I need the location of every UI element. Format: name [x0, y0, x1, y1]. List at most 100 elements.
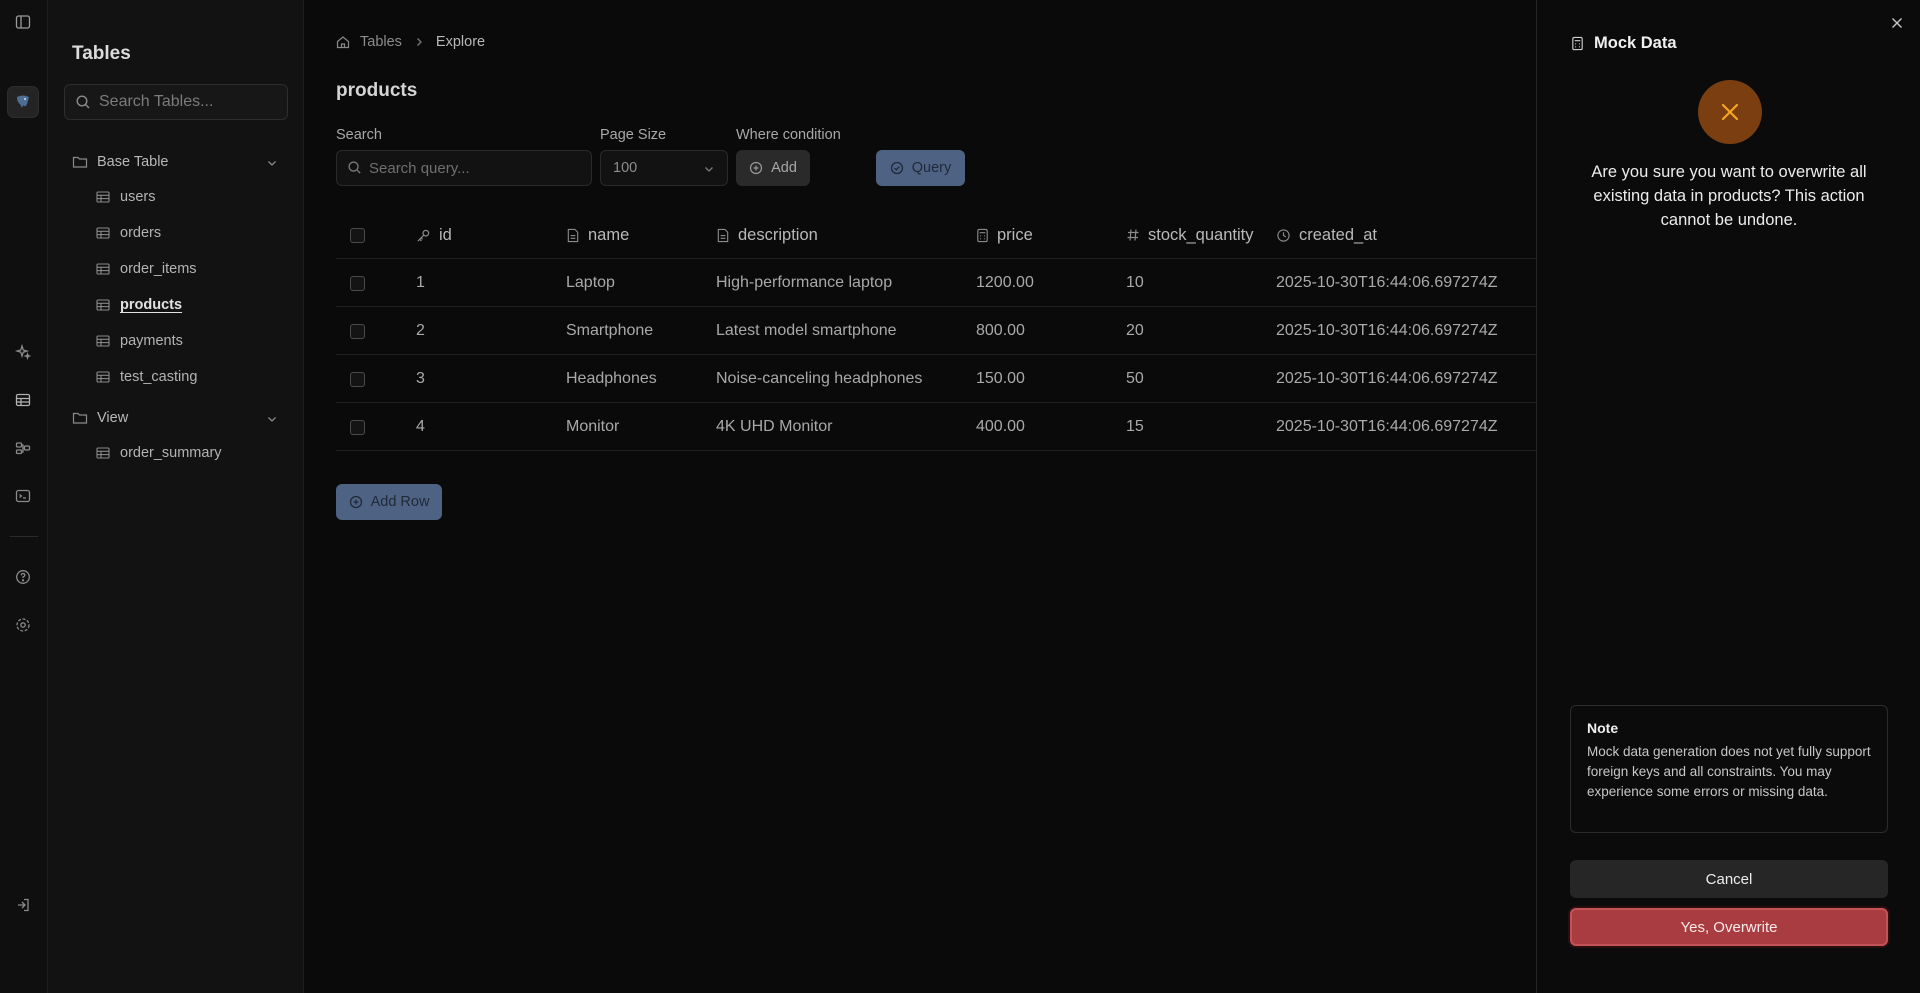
key-icon: [417, 229, 430, 242]
column-header-id[interactable]: id: [416, 211, 452, 259]
home-icon[interactable]: [336, 35, 350, 49]
row-checkbox[interactable]: [350, 403, 365, 451]
table-row[interactable]: 3 Headphones Noise-canceling headphones …: [336, 355, 1536, 403]
cell-description[interactable]: Noise-canceling headphones: [716, 355, 922, 403]
page-size-value: 100: [613, 160, 638, 176]
sidebar-item-order-summary[interactable]: order_summary: [96, 445, 222, 461]
sidebar-item-products[interactable]: products: [96, 297, 182, 313]
add-condition-label: Add: [771, 160, 797, 176]
chevron-down-icon[interactable]: [266, 157, 278, 169]
cell-price[interactable]: 1200.00: [976, 259, 1034, 307]
cell-id[interactable]: 4: [416, 403, 425, 451]
row-checkbox[interactable]: [350, 355, 365, 403]
sidebar-item-test-casting[interactable]: test_casting: [96, 369, 197, 385]
cell-stock-quantity[interactable]: 20: [1126, 307, 1144, 355]
panel-header: Mock Data: [1571, 34, 1677, 53]
cell-id[interactable]: 2: [416, 307, 425, 355]
column-header-price[interactable]: price: [976, 211, 1033, 259]
page-size-label: Page Size: [600, 127, 667, 143]
main-content: Tables Explore products Search Page Size…: [304, 0, 1536, 993]
cell-price[interactable]: 150.00: [976, 355, 1025, 403]
settings-icon[interactable]: [12, 614, 34, 636]
query-search[interactable]: [336, 150, 592, 186]
cell-stock-quantity[interactable]: 10: [1126, 259, 1144, 307]
database-logo-icon[interactable]: [7, 86, 39, 118]
cell-description[interactable]: 4K UHD Monitor: [716, 403, 832, 451]
row-checkbox[interactable]: [350, 307, 365, 355]
cell-description[interactable]: High-performance laptop: [716, 259, 892, 307]
search-icon: [347, 160, 362, 180]
breadcrumb-explore: Explore: [435, 34, 486, 50]
cell-stock-quantity[interactable]: 15: [1126, 403, 1144, 451]
schema-icon[interactable]: [12, 437, 34, 459]
table-icon: [96, 299, 110, 311]
ai-sparkle-icon[interactable]: [12, 341, 34, 363]
column-header-description[interactable]: description: [716, 211, 818, 259]
breadcrumb: Tables Explore: [336, 34, 485, 50]
chevron-down-icon[interactable]: [266, 413, 278, 425]
column-header-created-at[interactable]: created_at: [1276, 211, 1377, 259]
cell-name[interactable]: Headphones: [566, 355, 657, 403]
chevron-right-icon: [416, 38, 422, 46]
group-label: View: [97, 410, 129, 426]
add-condition-button[interactable]: Add: [736, 150, 810, 186]
tables-icon[interactable]: [12, 389, 34, 411]
calculator-icon: [977, 228, 988, 242]
sidebar-title: Tables: [72, 43, 131, 64]
logout-icon[interactable]: [12, 894, 34, 916]
cell-created-at[interactable]: 2025-10-30T16:44:06.697274Z: [1276, 403, 1498, 451]
table-row[interactable]: 1 Laptop High-performance laptop 1200.00…: [336, 259, 1536, 307]
add-row-button[interactable]: Add Row: [336, 484, 442, 520]
sidebar-item-label: payments: [120, 333, 183, 349]
table-row[interactable]: 4 Monitor 4K UHD Monitor 400.00 15 2025-…: [336, 403, 1536, 451]
sidebar-item-order-items[interactable]: order_items: [96, 261, 197, 277]
check-circle-icon: [890, 161, 903, 175]
cell-id[interactable]: 3: [416, 355, 425, 403]
folder-icon: [72, 412, 88, 424]
column-header-stock-quantity[interactable]: stock_quantity: [1126, 211, 1253, 259]
cell-description[interactable]: Latest model smartphone: [716, 307, 897, 355]
sidebar-item-payments[interactable]: payments: [96, 333, 183, 349]
terminal-icon[interactable]: [12, 485, 34, 507]
mock-data-panel: Mock Data Are you sure you want to overw…: [1536, 0, 1920, 993]
cell-price[interactable]: 800.00: [976, 307, 1025, 355]
column-header-name[interactable]: name: [566, 211, 629, 259]
plus-circle-icon: [349, 495, 362, 509]
cell-name[interactable]: Monitor: [566, 403, 619, 451]
query-button[interactable]: Query: [876, 150, 965, 186]
toggle-sidebar-icon[interactable]: [12, 11, 34, 33]
row-checkbox[interactable]: [350, 259, 365, 307]
page-size-select[interactable]: 100: [600, 150, 728, 186]
close-icon[interactable]: [1890, 16, 1904, 30]
folder-icon: [72, 156, 88, 168]
cell-name[interactable]: Laptop: [566, 259, 615, 307]
sidebar-item-orders[interactable]: orders: [96, 225, 161, 241]
table-icon: [96, 191, 110, 203]
cell-created-at[interactable]: 2025-10-30T16:44:06.697274Z: [1276, 307, 1498, 355]
table-search[interactable]: [64, 84, 288, 120]
table-icon: [96, 335, 110, 347]
group-base-table[interactable]: Base Table: [72, 154, 168, 170]
group-view[interactable]: View: [72, 410, 128, 426]
table-icon: [96, 447, 110, 459]
page-title: products: [336, 80, 418, 101]
cell-stock-quantity[interactable]: 50: [1126, 355, 1144, 403]
table-header: id name description price stock_quantity…: [336, 211, 1536, 259]
search-label: Search: [336, 127, 382, 143]
select-all-checkbox[interactable]: [350, 211, 365, 259]
cell-name[interactable]: Smartphone: [566, 307, 653, 355]
cell-price[interactable]: 400.00: [976, 403, 1025, 451]
cell-id[interactable]: 1: [416, 259, 425, 307]
table-search-input[interactable]: [99, 93, 279, 111]
cell-created-at[interactable]: 2025-10-30T16:44:06.697274Z: [1276, 259, 1498, 307]
query-search-input[interactable]: [369, 159, 579, 177]
breadcrumb-tables[interactable]: Tables: [360, 34, 402, 50]
cancel-button[interactable]: Cancel: [1570, 860, 1888, 898]
table-row[interactable]: 2 Smartphone Latest model smartphone 800…: [336, 307, 1536, 355]
sidebar-item-users[interactable]: users: [96, 189, 155, 205]
table-icon: [96, 263, 110, 275]
cell-created-at[interactable]: 2025-10-30T16:44:06.697274Z: [1276, 355, 1498, 403]
help-icon[interactable]: [12, 566, 34, 588]
overwrite-button[interactable]: Yes, Overwrite: [1570, 908, 1888, 946]
sidebar-item-label: products: [120, 297, 183, 313]
